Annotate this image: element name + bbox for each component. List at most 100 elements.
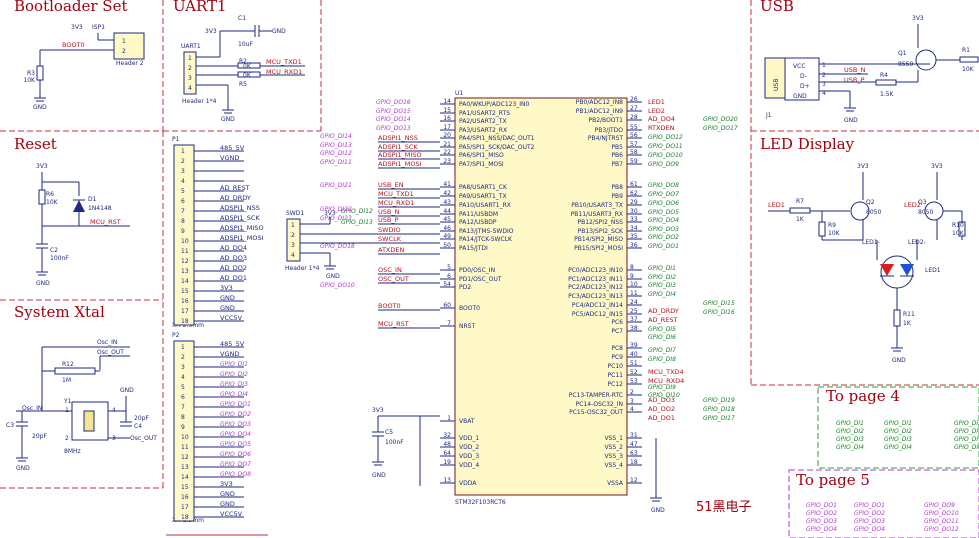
mcu-right-pin-name: PC6 (611, 319, 623, 326)
svg-text:C3: C3 (6, 422, 14, 429)
mcu-left-gpio-net: GPIO_DO14 (376, 116, 411, 123)
p2-pin-num: 16 (181, 494, 189, 501)
page5-net-alias: GPIO_DO2 (854, 510, 885, 517)
p2-pin-label: GPIO_DI2 (220, 371, 248, 378)
page4-net-right: GPIO_DI8 (954, 444, 979, 451)
mcu-left-func-net: USB_N (378, 208, 400, 216)
section-title-led[interactable]: LED Display (760, 135, 855, 153)
svg-text:GND: GND (221, 116, 235, 123)
page4-net: GPIO_DI1 (836, 420, 864, 427)
mcu-right-pin-name: VSS_2 (604, 444, 623, 451)
svg-text:4: 4 (291, 252, 295, 259)
mcu-left-func-net: OSC_IN (378, 266, 402, 274)
page5-net: GPIO_DO2 (806, 510, 837, 517)
p2-pin-num: 13 (181, 464, 189, 471)
mcu-right-pin-name: PB7 (611, 161, 623, 168)
net-mcu-txd1: MCU_TXD1 (266, 58, 302, 66)
mcu-left-func-net: ADSPI1_SCK (378, 143, 418, 151)
mcu-left-pin-name: VDD_3 (459, 453, 479, 460)
mcu-right-pin-name: PC12 (608, 381, 624, 388)
page5-net-alias: GPIO_DO4 (854, 526, 885, 533)
mcu-left-func-net: ADSPI1_MOSI (378, 160, 422, 168)
svg-text:GND: GND (892, 357, 906, 364)
mcu-right-pin-num: 51 (630, 360, 638, 367)
svg-text:10uF: 10uF (238, 41, 253, 48)
p2-pin-num: 11 (181, 444, 189, 451)
p1-pin-label: VCC5V (220, 314, 243, 322)
section-title-xtal[interactable]: System Xtal (14, 303, 105, 321)
svg-text:U1: U1 (455, 90, 463, 97)
svg-text:GND: GND (651, 507, 665, 514)
mcu-left-pin-num: 32 (443, 432, 451, 439)
svg-text:0K: 0K (243, 72, 252, 79)
page5-net-right: GPIO_DO9 (924, 502, 955, 509)
p2-pin-label: 485_5V (220, 340, 245, 348)
mcu-left-pin-num: 49 (443, 233, 451, 240)
mcu-left-pin-num: 64 (443, 450, 451, 457)
svg-text:R11: R11 (903, 311, 915, 318)
mcu-left-pin-name: NRST (459, 323, 475, 330)
svg-text:D+: D+ (800, 83, 810, 90)
p1-pin-label: GND (220, 294, 235, 302)
mcu-right-pin-num: 63 (630, 450, 638, 457)
mcu-left-pin-num: 42 (443, 190, 451, 197)
p2-pin-label: GPIO_DO3 (220, 421, 251, 428)
mcu-right-pin-num: 10 (630, 281, 638, 288)
mcu-left-gpio-net: GPIO_DI13 (320, 142, 352, 149)
svg-text:C4: C4 (134, 423, 142, 430)
mcu-left-pin-num: 22 (443, 149, 451, 156)
mcu-right-pin-name: PC3/ADC123_IN13 (568, 293, 623, 300)
mcu-part: STM32F103RCT6 (455, 499, 506, 506)
svg-text:10K: 10K (46, 199, 59, 206)
mcu-left-pin-num: 60 (443, 302, 451, 309)
mcu-right-pin-num: 29 (630, 199, 638, 206)
p1-pin-label: AD_REST (220, 184, 249, 192)
mcu-left-func-net: USB_EN (378, 181, 404, 189)
p2-pin-label: GPIO_DO7 (220, 461, 251, 468)
mcu-right-pin-name: PB11/USART3_RX (571, 211, 623, 218)
svg-text:3V3: 3V3 (205, 28, 217, 35)
svg-text:Header 1*4: Header 1*4 (182, 98, 217, 105)
mcu-right-gpio-net: GPIO_DI10 (648, 392, 680, 399)
mcu-right-pin-num: 26 (630, 96, 638, 103)
swd-block: SWD1 1 2 3 4 Header 1*4 3V3 GND GPIO_DI1… (285, 208, 440, 280)
svg-text:R3: R3 (27, 70, 35, 77)
mcu-left-gpio-net: GPIO_DO18 (320, 243, 355, 250)
mcu-right-pin-name: PC1/ADC123_IN11 (568, 276, 623, 283)
mcu-right-pin-name: PB9 (611, 193, 623, 200)
p1-pin-num: 4 (181, 178, 185, 185)
mcu-left-gpio-net: GPIO_DI12 (320, 150, 352, 157)
usb-connector (764, 57, 786, 99)
p1-pin-label: ADSPI1_SCK (220, 214, 260, 222)
p2-pin-label: GPIO_DO6 (220, 451, 251, 458)
mcu-left-pin-num: 50 (443, 242, 451, 249)
mcu-right-pin-num: 38 (630, 325, 638, 332)
section-title-reset[interactable]: Reset (14, 135, 57, 153)
mcu-left-pin-name: PA8/USART1_CK (459, 184, 508, 191)
isp-header-name: Header 2 (116, 60, 144, 67)
svg-text:Q1: Q1 (898, 50, 907, 57)
mcu-left-pin-name: VDD_4 (459, 462, 479, 469)
section-title-usb[interactable]: USB (760, 0, 794, 15)
mcu-right-pin-num: 37 (630, 316, 638, 323)
p2-pin-num: 9 (181, 424, 185, 431)
svg-text:1K: 1K (903, 320, 912, 327)
page5-nets: GPIO_DO1 GPIO_DO1 GPIO_DO9 GPIO_DO2 GPIO_DO2… (806, 502, 959, 533)
section-title-bootloader[interactable]: Bootloader Set (14, 0, 127, 15)
mcu-right-pin-name: PB15/SPI2_MOSI (574, 245, 623, 252)
page5-net: GPIO_DO4 (806, 526, 837, 533)
mcu-right-pin-name: PC7 (611, 328, 623, 335)
mcu-right-pin-num: 58 (630, 149, 638, 156)
mcu-right-pin-num: 12 (630, 477, 638, 484)
section-title-uart[interactable]: UART1 (173, 0, 227, 15)
svg-text:1: 1 (122, 38, 126, 45)
mcu-left-gpio-net: GPIO_DO16 (376, 99, 411, 106)
p1-pin-label: ADSPI1_MISO (220, 224, 264, 232)
svg-text:GND: GND (272, 28, 286, 35)
mcu-left-pin-name: PD0/OSC_IN (459, 267, 495, 274)
page4-nets: GPIO_DI1 GPIO_DI1 GPIO_DI5 GPIO_DI2 GPIO_DI2… (836, 420, 979, 451)
isp-label: ISP1 (92, 24, 105, 31)
section-title-page4[interactable]: To page 4 (826, 387, 900, 405)
mcu-left-pin-num: 16 (443, 115, 451, 122)
section-title-page5[interactable]: To page 5 (796, 471, 870, 489)
